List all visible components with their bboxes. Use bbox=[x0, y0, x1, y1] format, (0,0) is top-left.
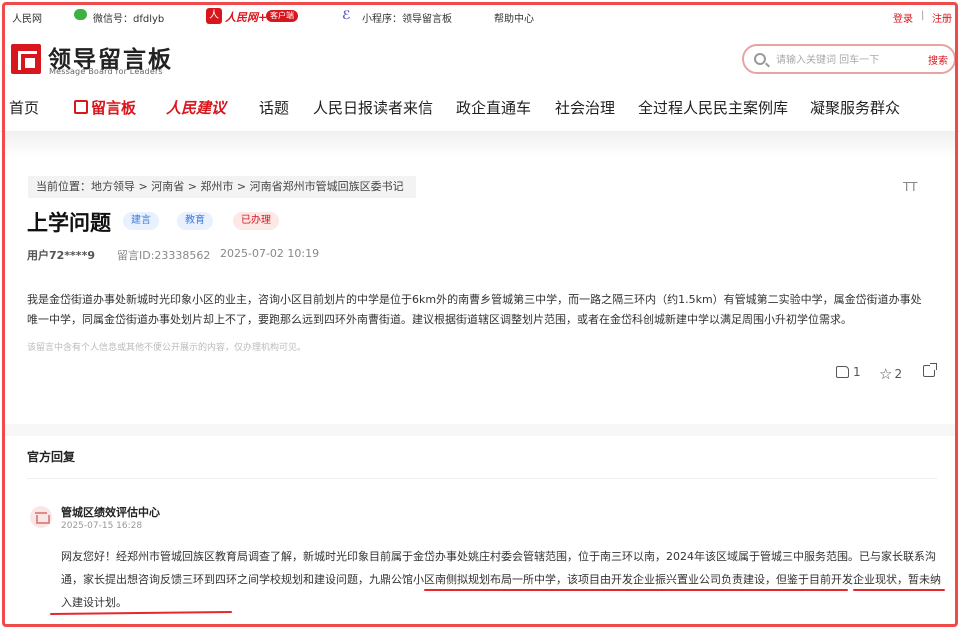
tag-education[interactable]: 教育 bbox=[177, 212, 213, 230]
reply-org: 管城区绩效评估中心 bbox=[61, 506, 160, 519]
message-id: 留言ID:23338562 bbox=[117, 249, 211, 262]
section-divider bbox=[5, 424, 955, 436]
logo-subtitle: Message Board for Leaders bbox=[49, 67, 163, 76]
star-icon: ☆ bbox=[879, 365, 893, 383]
app-badge: 客户端 bbox=[266, 10, 298, 22]
message-user: 用户72****9 bbox=[27, 249, 95, 262]
message-body: 我是金岱街道办事处新城时光印象小区的业主，咨询小区目前划片的中学是位于6km外的… bbox=[27, 293, 922, 326]
app-name: 人民网+ bbox=[225, 11, 268, 24]
nav-readers-letters[interactable]: 人民日报读者来信 bbox=[313, 97, 433, 118]
app-download-link[interactable]: 人 人民网+ 客户端 bbox=[206, 8, 300, 24]
edit-icon bbox=[74, 100, 88, 114]
topbar-separator: | bbox=[921, 10, 925, 21]
reply-divider bbox=[27, 478, 937, 479]
privacy-notice: 该留言中含有个人信息或其他不便公开展示的内容，仅办理机构可见。 bbox=[27, 343, 307, 353]
search-icon bbox=[754, 53, 766, 65]
wechat-id: 微信号：dfdlyb bbox=[93, 14, 165, 25]
favorite-button[interactable]: ☆ 2 bbox=[879, 365, 902, 383]
status-badge: 已办理 bbox=[233, 212, 279, 230]
government-building-icon bbox=[30, 506, 52, 528]
main-nav: 首页 留言板 人民建议 话题 人民日报读者来信 政企直通车 社会治理 全过程人民… bbox=[0, 92, 960, 122]
breadcrumb[interactable]: 当前位置：地方领导 > 河南省 > 郑州市 > 河南省郑州市管城回族区委书记 bbox=[28, 176, 416, 198]
wechat-icon bbox=[74, 9, 87, 20]
header-shadow bbox=[5, 132, 955, 158]
message-date: 2025-07-02 10:19 bbox=[220, 247, 320, 260]
highlight-underline bbox=[853, 589, 945, 591]
nav-enterprise[interactable]: 政企直通车 bbox=[456, 97, 531, 118]
font-size-icon[interactable]: TT bbox=[903, 180, 917, 194]
search-box: 搜索 bbox=[742, 44, 956, 74]
nav-message-board-label: 留言板 bbox=[91, 99, 137, 117]
reply-time: 2025-07-15 16:28 bbox=[61, 521, 143, 531]
mini-program-icon: ℰ bbox=[342, 8, 351, 22]
share-button[interactable] bbox=[923, 363, 937, 380]
tag-suggestion[interactable]: 建言 bbox=[123, 212, 159, 230]
nav-home[interactable]: 首页 bbox=[9, 97, 39, 118]
nav-people-suggestion[interactable]: 人民建议 bbox=[166, 97, 226, 118]
like-count: 1 bbox=[853, 365, 861, 379]
like-button[interactable]: 1 bbox=[836, 365, 861, 379]
favorite-count: 2 bbox=[894, 367, 903, 381]
nav-topics[interactable]: 话题 bbox=[259, 97, 289, 118]
top-bar: 人民网 微信号：dfdlyb 人 人民网+ 客户端 ℰ 小程序：领导留言板 帮助… bbox=[0, 0, 960, 32]
login-link[interactable]: 登录 bbox=[893, 10, 913, 25]
nav-democracy-cases[interactable]: 全过程人民民主案例库 bbox=[638, 97, 788, 118]
search-input[interactable] bbox=[776, 51, 916, 69]
mini-program-link[interactable]: 小程序：领导留言板 bbox=[362, 10, 452, 25]
thumb-up-icon bbox=[836, 366, 849, 378]
nav-message-board[interactable]: 留言板 bbox=[74, 97, 136, 118]
share-icon bbox=[923, 363, 937, 377]
register-link[interactable]: 注册 bbox=[932, 10, 952, 25]
reply-heading: 官方回复 bbox=[27, 450, 76, 464]
help-link[interactable]: 帮助中心 bbox=[494, 10, 534, 25]
page-title: 上学问题 bbox=[27, 211, 111, 235]
logo-icon[interactable] bbox=[11, 44, 41, 74]
search-button[interactable]: 搜索 bbox=[928, 52, 948, 67]
nav-serve-masses[interactable]: 凝聚服务群众 bbox=[810, 97, 900, 118]
nav-social-governance[interactable]: 社会治理 bbox=[555, 97, 615, 118]
highlight-underline bbox=[424, 589, 848, 591]
site-link[interactable]: 人民网 bbox=[12, 10, 42, 25]
people-app-icon: 人 bbox=[206, 8, 222, 24]
reply-body: 网友您好！经郑州市管城回族区教育局调查了解，新城时光印象目前属于金岱办事处姚庄村… bbox=[61, 550, 941, 609]
